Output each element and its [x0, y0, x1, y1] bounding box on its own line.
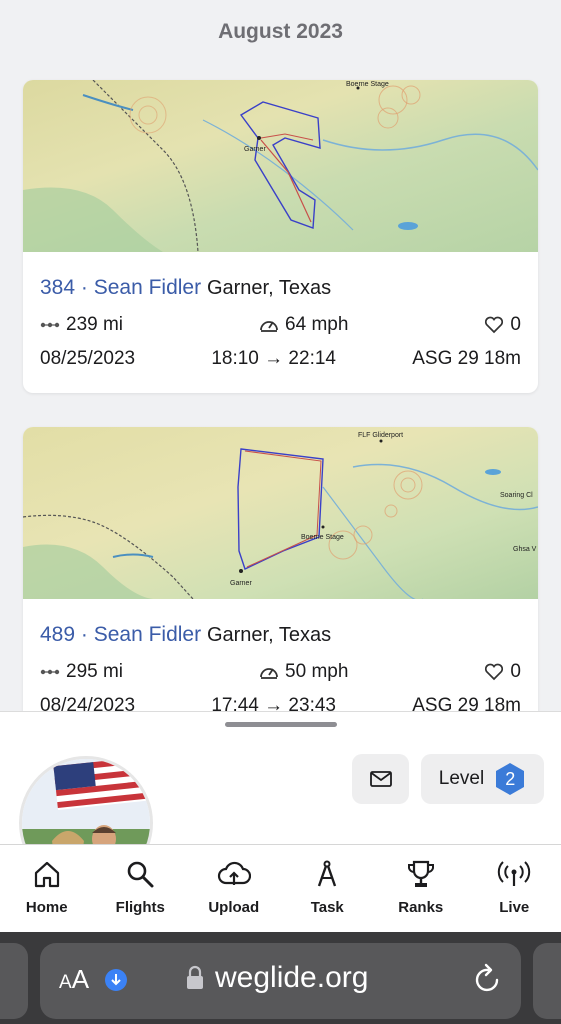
tab-upload[interactable]: Upload	[188, 859, 280, 916]
level-value: 2	[505, 768, 516, 789]
flight-map[interactable]: Garner Boerne Stage	[23, 80, 538, 252]
like-count: 0	[510, 314, 521, 335]
flight-location: Garner, Texas	[206, 277, 332, 299]
address-bar[interactable]: AAAA weglide.org	[40, 943, 521, 1019]
speed-value: 50 mph	[285, 661, 349, 682]
home-icon	[34, 861, 59, 888]
speed-stat: 50 mph	[259, 661, 348, 683]
map-label-turnpoint: Boerne Stage	[346, 81, 389, 88]
message-button[interactable]	[352, 754, 409, 804]
compass-icon	[318, 860, 337, 887]
tab-task[interactable]: Task	[281, 859, 373, 916]
download-icon[interactable]	[104, 968, 128, 992]
heart-icon	[485, 663, 504, 681]
distance-icon	[40, 322, 60, 328]
map-label-start: Garner	[230, 580, 252, 587]
tab-flights[interactable]: Flights	[94, 859, 186, 916]
map-label-turnpoint: Soaring Cl	[500, 492, 533, 499]
flight-map[interactable]: Garner Boerne Stage FLF Gliderport Soari…	[23, 427, 538, 599]
flight-time-range: 18:10 → 22:14	[211, 348, 336, 369]
text-size-button[interactable]: AAAA	[59, 964, 89, 995]
flight-card[interactable]: Garner Boerne Stage 384 · Sean Fidler Ga…	[23, 80, 538, 393]
tab-home[interactable]: Home	[1, 859, 93, 916]
distance-value: 295 mi	[66, 661, 124, 682]
next-tab-preview[interactable]	[533, 943, 561, 1019]
mail-icon	[369, 771, 392, 787]
tab-label: Ranks	[398, 899, 444, 916]
speedometer-icon	[260, 321, 278, 332]
search-icon	[127, 861, 154, 888]
like-button[interactable]: 0	[484, 661, 521, 683]
month-header: August 2023	[218, 20, 343, 43]
distance-stat: 239 mi	[40, 314, 123, 336]
flight-date: 08/25/2023	[40, 348, 136, 369]
map-label-turnpoint: Ghsa V	[513, 546, 537, 553]
trophy-icon	[407, 860, 434, 887]
speed-value: 64 mph	[285, 314, 349, 335]
level-badge: 2	[494, 762, 526, 796]
flight-title-link[interactable]: 384 · Sean Fidler	[40, 276, 201, 299]
map-label-turnpoint: FLF Gliderport	[358, 432, 403, 439]
distance-icon	[40, 669, 60, 675]
lock-icon	[187, 965, 203, 989]
tab-ranks[interactable]: Ranks	[375, 859, 467, 916]
flight-title-link[interactable]: 489 · Sean Fidler	[40, 623, 201, 646]
previous-tab-preview[interactable]	[0, 943, 28, 1019]
aircraft-type: ASG 29 18m	[412, 348, 521, 369]
speed-stat: 64 mph	[259, 314, 348, 336]
like-button[interactable]: 0	[484, 314, 521, 336]
profile-header: Level 2	[0, 736, 561, 890]
tab-label: Flights	[115, 899, 165, 916]
level-button[interactable]: Level 2	[421, 754, 544, 804]
url-text: weglide.org	[215, 961, 369, 994]
tab-label: Home	[25, 899, 68, 916]
speedometer-icon	[260, 668, 278, 679]
heart-icon	[485, 316, 504, 334]
browser-toolbar: AAAA weglide.org	[0, 932, 561, 1024]
map-label-turnpoint: Boerne Stage	[301, 534, 344, 541]
map-label-start: Garner	[244, 146, 266, 153]
flight-card[interactable]: Garner Boerne Stage FLF Gliderport Soari…	[23, 427, 538, 747]
like-count: 0	[510, 661, 521, 682]
tab-label: Live	[499, 899, 530, 916]
bottom-tab-bar: Home Flights Upload Task Ranks Live	[0, 844, 561, 932]
distance-value: 239 mi	[66, 314, 124, 335]
broadcast-icon	[498, 861, 531, 886]
tab-live[interactable]: Live	[468, 859, 560, 916]
tab-label: Task	[310, 899, 344, 916]
sheet-grabber-handle[interactable]	[225, 722, 337, 727]
distance-stat: 295 mi	[40, 661, 123, 683]
tab-label: Upload	[208, 899, 260, 916]
level-label: Level	[438, 768, 485, 789]
reload-icon[interactable]	[473, 963, 503, 995]
flight-location: Garner, Texas	[206, 624, 332, 646]
cloud-upload-icon	[217, 861, 251, 885]
